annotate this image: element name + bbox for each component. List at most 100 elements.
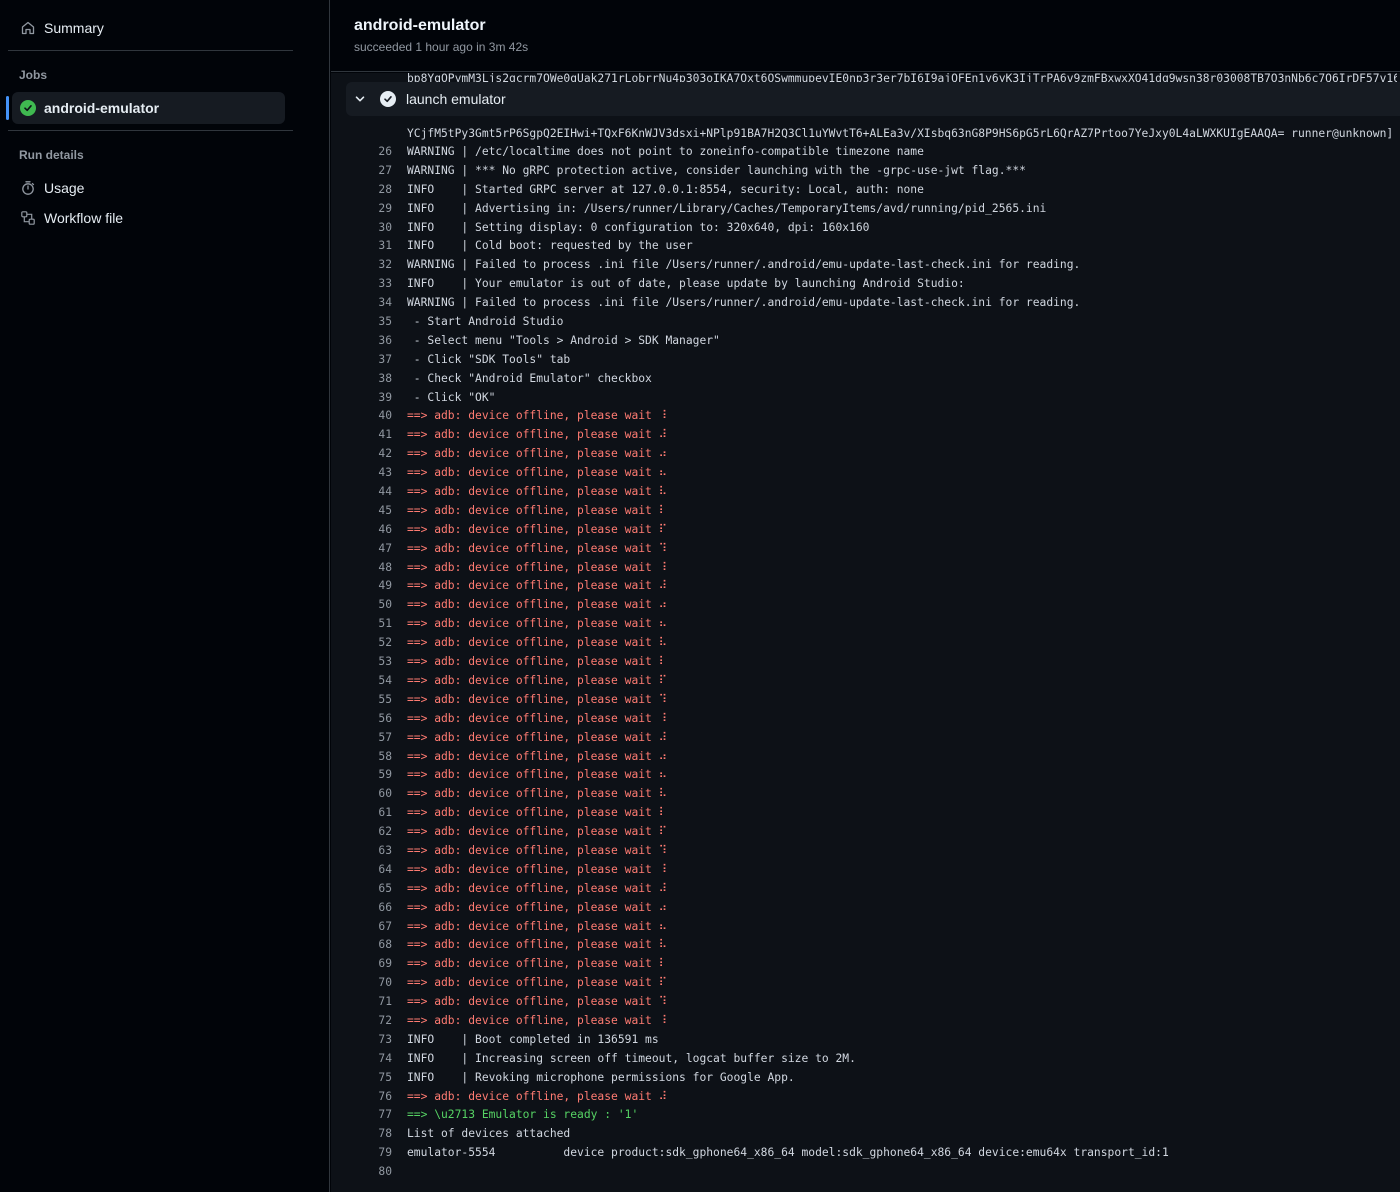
log-line: 56 ==> adb: device offline, please wait ⠸ [331,710,1400,729]
log-line-number[interactable]: 26 [351,143,392,162]
log-line: 54 ==> adb: device offline, please wait ⠏ [331,672,1400,691]
log-line-text: List of devices attached [407,1127,571,1141]
chevron-down-icon[interactable] [354,93,370,105]
log-line: 31 INFO | Cold boot: requested by the use… [331,237,1400,256]
run-details-heading: Run details [19,148,84,162]
log-line: 37 - Click "SDK Tools" tab [331,351,1400,370]
log-line-text: INFO | Increasing screen off timeout, lo… [407,1051,856,1065]
log-line-number[interactable]: 36 [351,332,392,351]
log-line: 48 ==> adb: device offline, please wait ⠸ [331,559,1400,578]
log-line-number[interactable]: 53 [351,653,392,672]
log-line: 77 ==> \u2713 Emulator is ready : '1' [331,1106,1400,1125]
log-line: 32 WARNING | Failed to process .ini file … [331,256,1400,275]
log-line-number[interactable]: 75 [351,1069,392,1088]
workflow-icon [20,210,36,226]
usage-link[interactable]: Usage [12,172,285,204]
log-line-number[interactable]: 69 [351,955,392,974]
log-line-number[interactable]: 48 [351,559,392,578]
log-line-number[interactable]: 61 [351,804,392,823]
log-line-number[interactable]: 56 [351,710,392,729]
log-line-number[interactable]: 72 [351,1012,392,1031]
log-line-number[interactable]: 47 [351,540,392,559]
log-line-text: ==> adb: device offline, please wait ⠹ [407,843,667,857]
log-line-number[interactable]: 27 [351,162,392,181]
step-name: launch emulator [406,91,506,107]
log-line-text: WARNING | *** No gRPC protection active,… [407,163,1026,177]
log-line-number[interactable]: 31 [351,237,392,256]
log-line-text: WARNING | Failed to process .ini file /U… [407,258,1081,272]
log-line-number[interactable]: 50 [351,596,392,615]
job-item-android-emulator[interactable]: android-emulator [6,92,285,124]
log-line-text: ==> adb: device offline, please wait ⠧ [407,938,667,952]
log-line-number[interactable]: 71 [351,993,392,1012]
workflow-file-link[interactable]: Workflow file [12,202,285,234]
log-line-text: ==> adb: device offline, please wait ⠏ [407,522,667,536]
log-line-number[interactable]: 80 [351,1163,392,1182]
log-line: 67 ==> adb: device offline, please wait ⠦ [331,918,1400,937]
log-line-number[interactable]: 70 [351,974,392,993]
log-line-number[interactable]: 29 [351,200,392,219]
log-line-number[interactable]: 41 [351,426,392,445]
log-line-number[interactable]: 68 [351,936,392,955]
log-line-number[interactable]: 28 [351,181,392,200]
log-line-number[interactable]: 79 [351,1144,392,1163]
log-line-number[interactable]: 51 [351,615,392,634]
log-line-number[interactable]: 34 [351,294,392,313]
log-line-number[interactable]: 52 [351,634,392,653]
divider [8,50,293,51]
log-line: 35 - Start Android Studio [331,313,1400,332]
log-line-number[interactable]: 58 [351,748,392,767]
log-line-number[interactable]: 42 [351,445,392,464]
log-line: 78 List of devices attached [331,1125,1400,1144]
log-line: 52 ==> adb: device offline, please wait ⠧ [331,634,1400,653]
log-line-text: ==> adb: device offline, please wait ⠦ [407,617,667,631]
log-line-number[interactable]: 35 [351,313,392,332]
log-line: 80 [331,1163,1400,1182]
log-line-text: ==> adb: device offline, please wait ⠇ [407,503,667,517]
log-line-number[interactable]: 65 [351,880,392,899]
log-line-number[interactable]: 32 [351,256,392,275]
log-line-text: ==> adb: device offline, please wait ⠸ [407,711,667,725]
log-line-number[interactable]: 45 [351,502,392,521]
log-line-number[interactable]: 49 [351,577,392,596]
log-line-number[interactable]: 59 [351,766,392,785]
log-line-text: ==> adb: device offline, please wait ⠼ [407,1089,667,1103]
log-line-number[interactable]: 54 [351,672,392,691]
workflow-file-label: Workflow file [44,210,124,226]
log-line: 66 ==> adb: device offline, please wait ⠴ [331,899,1400,918]
log-line-number[interactable]: 67 [351,918,392,937]
log-line-number[interactable]: 66 [351,899,392,918]
log-line-number[interactable]: 30 [351,219,392,238]
log-line-number[interactable]: 39 [351,389,392,408]
log-line-number[interactable]: 78 [351,1125,392,1144]
log-line-number[interactable]: 43 [351,464,392,483]
log-line: 42 ==> adb: device offline, please wait ⠴ [331,445,1400,464]
log-line: 62 ==> adb: device offline, please wait ⠏ [331,823,1400,842]
log-line-text: ==> adb: device offline, please wait ⠇ [407,655,667,669]
log-line-number[interactable]: 40 [351,407,392,426]
log-line-number[interactable]: 76 [351,1088,392,1107]
log-line-number[interactable]: 63 [351,842,392,861]
log-line-number[interactable]: 55 [351,691,392,710]
summary-link[interactable]: Summary [12,12,285,44]
log-line-text: INFO | Advertising in: /Users/runner/Lib… [407,201,1047,215]
log-line-text: INFO | Your emulator is out of date, ple… [407,277,965,291]
log-line-number[interactable]: 46 [351,521,392,540]
log-line-number[interactable]: 38 [351,370,392,389]
log-line-number[interactable]: 77 [351,1106,392,1125]
log-line: 36 - Select menu "Tools > Android > SDK … [331,332,1400,351]
step-success-icon [380,91,396,107]
log-line-number[interactable]: 44 [351,483,392,502]
log-line-text: WARNING | /etc/localtime does not point … [407,145,924,158]
job-header: android-emulator succeeded 1 hour ago in… [331,0,1400,72]
log-line-number[interactable]: 73 [351,1031,392,1050]
log-line-number[interactable]: 60 [351,785,392,804]
log-line: 76 ==> adb: device offline, please wait ⠼ [331,1088,1400,1107]
log-line-number[interactable]: 74 [351,1050,392,1069]
step-header[interactable]: launch emulator [346,82,1400,116]
log-line-number[interactable]: 62 [351,823,392,842]
log-line-number[interactable]: 57 [351,729,392,748]
log-line-number[interactable]: 64 [351,861,392,880]
log-line-number[interactable]: 33 [351,275,392,294]
log-line-number[interactable]: 37 [351,351,392,370]
